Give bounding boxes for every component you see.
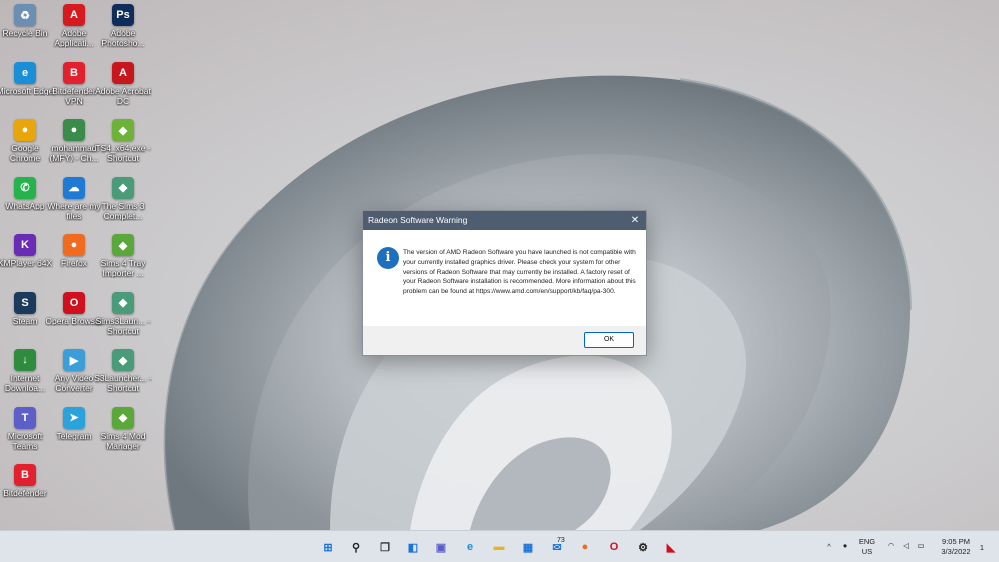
desktop-shortcut-label: S3Launcher... - Shortcut [94,373,152,393]
lang-secondary: US [861,547,873,556]
badge-count: 73 [557,537,565,544]
bitdefender-icon: B [14,464,36,486]
desktop-shortcut[interactable]: ◆ Sims 4 Mod Manager [98,406,148,463]
time: 9:05 PM [942,537,970,546]
kmplayer-icon: K [14,234,36,256]
dialog-footer: OK [363,326,646,355]
chrome-profile-icon: ● [63,119,85,141]
desktop-shortcut[interactable]: ☁ Where are my files [47,176,101,233]
notification-badge[interactable]: 1 [978,543,986,553]
desktop-shortcut-label: Sims 4 Mod Manager [100,430,146,451]
desktop-shortcut[interactable]: ◆ TS4_x64.exe - Shortcut [95,119,151,175]
desktop-shortcut[interactable]: ◆ The Sims 3 Complet... [98,176,148,233]
edge-icon: e [14,61,36,84]
opera-icon[interactable]: O [605,538,623,556]
chat-icon[interactable]: ▣ [432,538,450,556]
desktop-shortcut-label: Bitdefender [3,488,47,498]
onedrive-icon: ☁ [63,176,85,199]
settings-icon[interactable]: ⚙ [634,538,652,556]
desktop-shortcut[interactable]: A Adobe Acrobat DC [95,61,151,118]
close-icon[interactable]: ✕ [624,211,646,230]
photoshop-icon: Ps [112,4,134,26]
desktop-shortcut[interactable]: ➤ Telegram [49,406,99,463]
desktop-shortcut[interactable]: B Bitdefender VPN [49,61,99,118]
desktop-shortcut[interactable]: ♻ Recycle Bin [0,4,50,60]
opera-icon: O [63,291,85,314]
acrobat-icon: A [112,61,134,84]
whatsapp-icon: ✆ [14,176,36,199]
desktop-shortcut[interactable]: ▶ Any Video Converter [49,349,99,405]
desktop-shortcut[interactable]: e Microsoft Edge [0,61,53,118]
dialog-title-bar[interactable]: Radeon Software Warning ✕ [363,211,646,230]
desktop-shortcut[interactable]: Ps Adobe Photosho... [98,4,148,60]
desktop-shortcut-label: TS4_x64.exe - Shortcut [95,143,151,163]
dialog-message: The version of AMD Radeon Software you h… [403,249,636,296]
desktop-shortcut[interactable]: K KMPlayer 64X [0,234,52,290]
radeon-warning-dialog: Radeon Software Warning ✕ i The version … [362,210,647,356]
desktop-shortcut[interactable]: A Adobe Applicati... [49,4,99,60]
desktop-shortcut-label: Sims3Laun... - Shortcut [95,315,151,336]
chrome-icon: ● [14,119,36,141]
info-icon: i [377,247,399,269]
desktop-shortcut[interactable]: T Microsoft Teams [0,406,50,463]
start-icon[interactable]: ⊞ [319,538,337,556]
firefox-icon[interactable]: ● [576,538,594,556]
desktop-shortcut[interactable]: ● mohammad (MFY) - Ch... [49,119,99,175]
file-explorer-icon[interactable]: ▬ [490,538,508,556]
edge-icon[interactable]: e [461,538,479,556]
dialog-body: i The version of AMD Radeon Software you… [363,230,646,327]
date: 3/3/2022 [941,547,971,556]
clock[interactable]: 9:05 PM 3/3/2022 [935,537,977,557]
sims3-icon: ◆ [112,176,134,199]
video-converter-icon: ▶ [63,349,85,371]
desktop-shortcut[interactable]: ● Google Chrome [0,119,50,175]
telegram-icon: ➤ [63,406,85,429]
sims3-launcher-icon: ◆ [112,291,134,314]
desktop-shortcut[interactable]: O Opera Browser [45,291,103,348]
language-indicator[interactable]: ENG US [856,537,878,557]
idm-icon: ↓ [14,349,36,371]
security-icon: ● [842,541,848,550]
adobe-icon: A [63,4,85,26]
widgets-icon[interactable]: ◧ [404,538,422,556]
lang-primary: ENG [858,537,876,546]
recycle-bin-icon: ♻ [14,4,36,26]
steam-icon: S [14,291,36,314]
wifi-icon[interactable]: ◠ [886,541,896,551]
dialog-title: Radeon Software Warning [368,215,468,225]
firefox-icon: ● [63,234,85,256]
amd-icon[interactable]: ◣ [662,538,680,556]
desktop-shortcut[interactable]: S Steam [0,291,50,348]
bitdefender-vpn-icon: B [63,61,85,84]
store-icon[interactable]: ▦ [519,538,537,556]
sims-icon: ◆ [112,119,134,141]
desktop-shortcut[interactable]: ◆ Sims 4 Tray Importer ... [98,234,148,290]
desktop-shortcut-label: Adobe Photosho... [101,28,145,48]
taskbar: ⊞ ⚲ ❐ ◧ ▣ e ▬ ▦ ✉ ● O ⚙ ◣ 73 ^ ● ENG US ◠ ◁ ▭ 9:05 P… [0,530,999,562]
desktop-shortcut[interactable]: ✆ WhatsApp [0,176,50,233]
sims-tray-icon: ◆ [112,234,134,256]
desktop-shortcut[interactable]: B Bitdefender [0,464,50,520]
desktop-shortcut-label: Adobe Acrobat DC [95,85,151,106]
ok-button[interactable]: OK [584,332,634,348]
sims-mod-manager-icon: ◆ [112,406,134,429]
battery-icon[interactable]: ▭ [916,541,926,551]
desktop-shortcut[interactable]: ◆ S3Launcher... - Shortcut [94,349,152,405]
desktop-shortcut-label: Sims 4 Tray Importer ... [100,258,146,278]
desktop-shortcut[interactable]: ↓ Internet Downloa... [0,349,50,405]
volume-icon[interactable]: ◁ [901,541,911,551]
desktop-shortcut[interactable]: ● Firefox [49,234,99,290]
chevron-up-icon[interactable]: ^ [824,542,834,552]
s3-launcher-icon: ◆ [112,349,134,371]
teams-icon: T [14,406,36,429]
desktop-shortcut-label: The Sims 3 Complet... [101,200,145,221]
search-icon[interactable]: ⚲ [347,538,365,556]
task-view-icon[interactable]: ❐ [376,538,394,556]
desktop-shortcut[interactable]: ◆ Sims3Laun... - Shortcut [96,291,150,348]
